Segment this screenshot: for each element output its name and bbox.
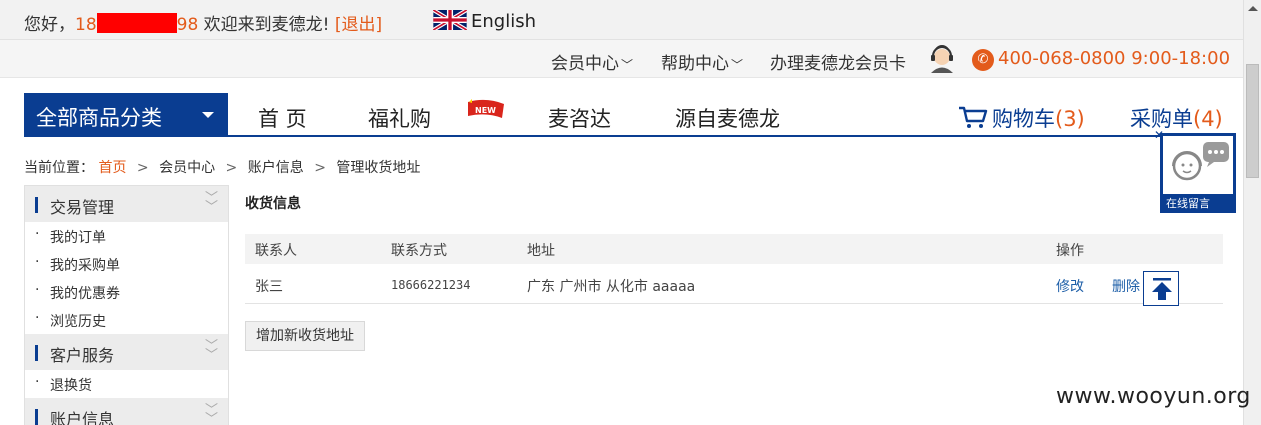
contact-address: 广东 广州市 从化市 aaaaa [527,279,696,295]
member-center-menu[interactable]: 会员中心 ﹀ [551,49,633,74]
phone-icon: ✆ [972,49,994,71]
phone-suffix: 98 [176,15,199,35]
scroll-up-icon[interactable] [1248,6,1258,11]
breadcrumb-current: 管理收货地址 [336,160,421,176]
cart-label: 购物车 [992,107,1055,131]
sidebar-item-returns[interactable]: 退换货 [25,370,228,398]
column-header-address: 地址 [527,243,555,259]
top-bar: 您好，18 98 欢迎来到麦德龙! [退出] English [0,0,1243,40]
sidebar-item-my-purchase-lists[interactable]: 我的采购单 [25,250,228,278]
language-switch[interactable]: English [433,10,536,32]
chevron-down-icon: ﹀ [621,58,634,72]
scroll-thumb[interactable] [1246,64,1259,178]
column-header-phone: 联系方式 [391,243,447,259]
double-chevron-icon: ﹀ ﹀ [204,403,218,425]
member-card-link[interactable]: 办理麦德龙会员卡 [770,49,906,74]
hotline-text: 400-068-0800 9:00-18:00 [998,48,1231,69]
column-header-contact: 联系人 [255,243,297,259]
sidebar-section-account[interactable]: 账户信息 ﹀ ﹀ [25,398,228,425]
contact-name: 张三 [255,279,283,295]
greeting-text: 您好， [24,15,75,35]
address-table: 联系人 联系方式 地址 操作 张三 18666221234 广东 广州市 从化市… [245,234,1223,304]
sidebar-section-trade[interactable]: 交易管理 ﹀ ﹀ [25,186,228,222]
uk-flag-icon [433,10,467,30]
welcome-text: 欢迎来到麦德龙! [198,15,330,35]
cart-icon [959,106,988,128]
page-scrollbar[interactable] [1243,0,1261,425]
purchase-list-link[interactable]: 采购单(4) [1130,103,1223,133]
column-header-actions: 操作 [1056,243,1084,259]
help-center-menu[interactable]: 帮助中心 ﹀ [661,49,743,74]
delete-link[interactable]: 删除 [1112,276,1140,296]
all-categories-label: 全部商品分类 [36,106,162,130]
new-badge-text: NEW [475,106,496,115]
add-address-button[interactable]: 增加新收货地址 [245,321,365,351]
table-row: 张三 18666221234 广东 广州市 从化市 aaaaa 修改 删除 [245,264,1223,304]
double-chevron-icon: ﹀ ﹀ [204,339,218,363]
sidebar-section-title: 交易管理 [50,198,115,217]
breadcrumb-home[interactable]: 首页 [98,160,126,176]
page-title: 收货信息 [245,196,301,212]
help-center-label: 帮助中心 [661,54,729,74]
online-message-image [1163,136,1233,194]
chevron-down-icon: ﹀ [731,58,744,72]
caret-down-icon [202,112,214,118]
language-label: English [471,11,536,32]
breadcrumb-member-center[interactable]: 会员中心 [159,160,215,176]
cart-count: (3) [1055,107,1085,131]
chat-bubble-icon [1172,142,1229,181]
contact-phone: 18666221234 [391,278,471,292]
edit-link[interactable]: 修改 [1056,276,1084,296]
watermark: www.wooyun.org [1056,384,1251,409]
breadcrumb-separator: > [225,160,238,176]
sidebar-item-my-orders[interactable]: 我的订单 [25,222,228,250]
breadcrumb: 当前位置： 首页 > 会员中心 > 账户信息 > 管理收货地址 [24,157,420,177]
breadcrumb-separator: > [314,160,326,176]
breadcrumb-prefix: 当前位置： [24,160,94,176]
all-categories-button[interactable]: 全部商品分类 [24,93,228,137]
purchase-count: (4) [1193,107,1223,131]
redaction-block [96,13,177,33]
sidebar-item-my-coupons[interactable]: 我的优惠券 [25,278,228,306]
phone-prefix: 18 [75,15,97,35]
table-header: 联系人 联系方式 地址 操作 [245,234,1223,264]
online-message-label: 在线留言 [1166,197,1210,210]
breadcrumb-account-info[interactable]: 账户信息 [248,160,304,176]
nav-home[interactable]: 首 页 [258,103,307,133]
sidebar-section-service[interactable]: 客户服务 ﹀ ﹀ [25,334,228,370]
greeting: 您好，18 98 欢迎来到麦德龙! [退出] [24,10,382,35]
nav-fuligou[interactable]: 福礼购 [368,103,431,133]
double-chevron-icon: ﹀ ﹀ [204,191,218,215]
sidebar-section-title: 账户信息 [50,410,115,425]
logout-link[interactable]: [退出] [335,15,382,35]
sidebar: 交易管理 ﹀﹀ 我的订单 我的采购单 我的优惠券 浏览历史 客户服务 ﹀﹀ 退换… [24,185,229,425]
back-to-top-icon [1152,278,1172,300]
member-center-label: 会员中心 [551,54,619,74]
back-to-top-button[interactable] [1143,271,1179,306]
nav-from-metro[interactable]: 源自麦德龙 [675,103,780,133]
online-message-widget[interactable]: 在线留言 [1160,133,1236,213]
sidebar-item-history[interactable]: 浏览历史 [25,306,228,334]
breadcrumb-separator: > [136,160,149,176]
cart-link[interactable]: 购物车(3) [958,103,1085,133]
sidebar-section-title: 客户服务 [50,346,115,365]
main-nav: 全部商品分类 首 页 福礼购 NEW 麦咨达 源自麦德龙 购物车(3) 采购单(… [24,93,1223,137]
customer-service-icon [931,45,953,73]
hotline: ✆ 400-068-0800 9:00-18:00 [972,48,1230,71]
nav-maizida[interactable]: 麦咨达 [548,103,611,133]
new-flag-icon: NEW [468,99,504,118]
